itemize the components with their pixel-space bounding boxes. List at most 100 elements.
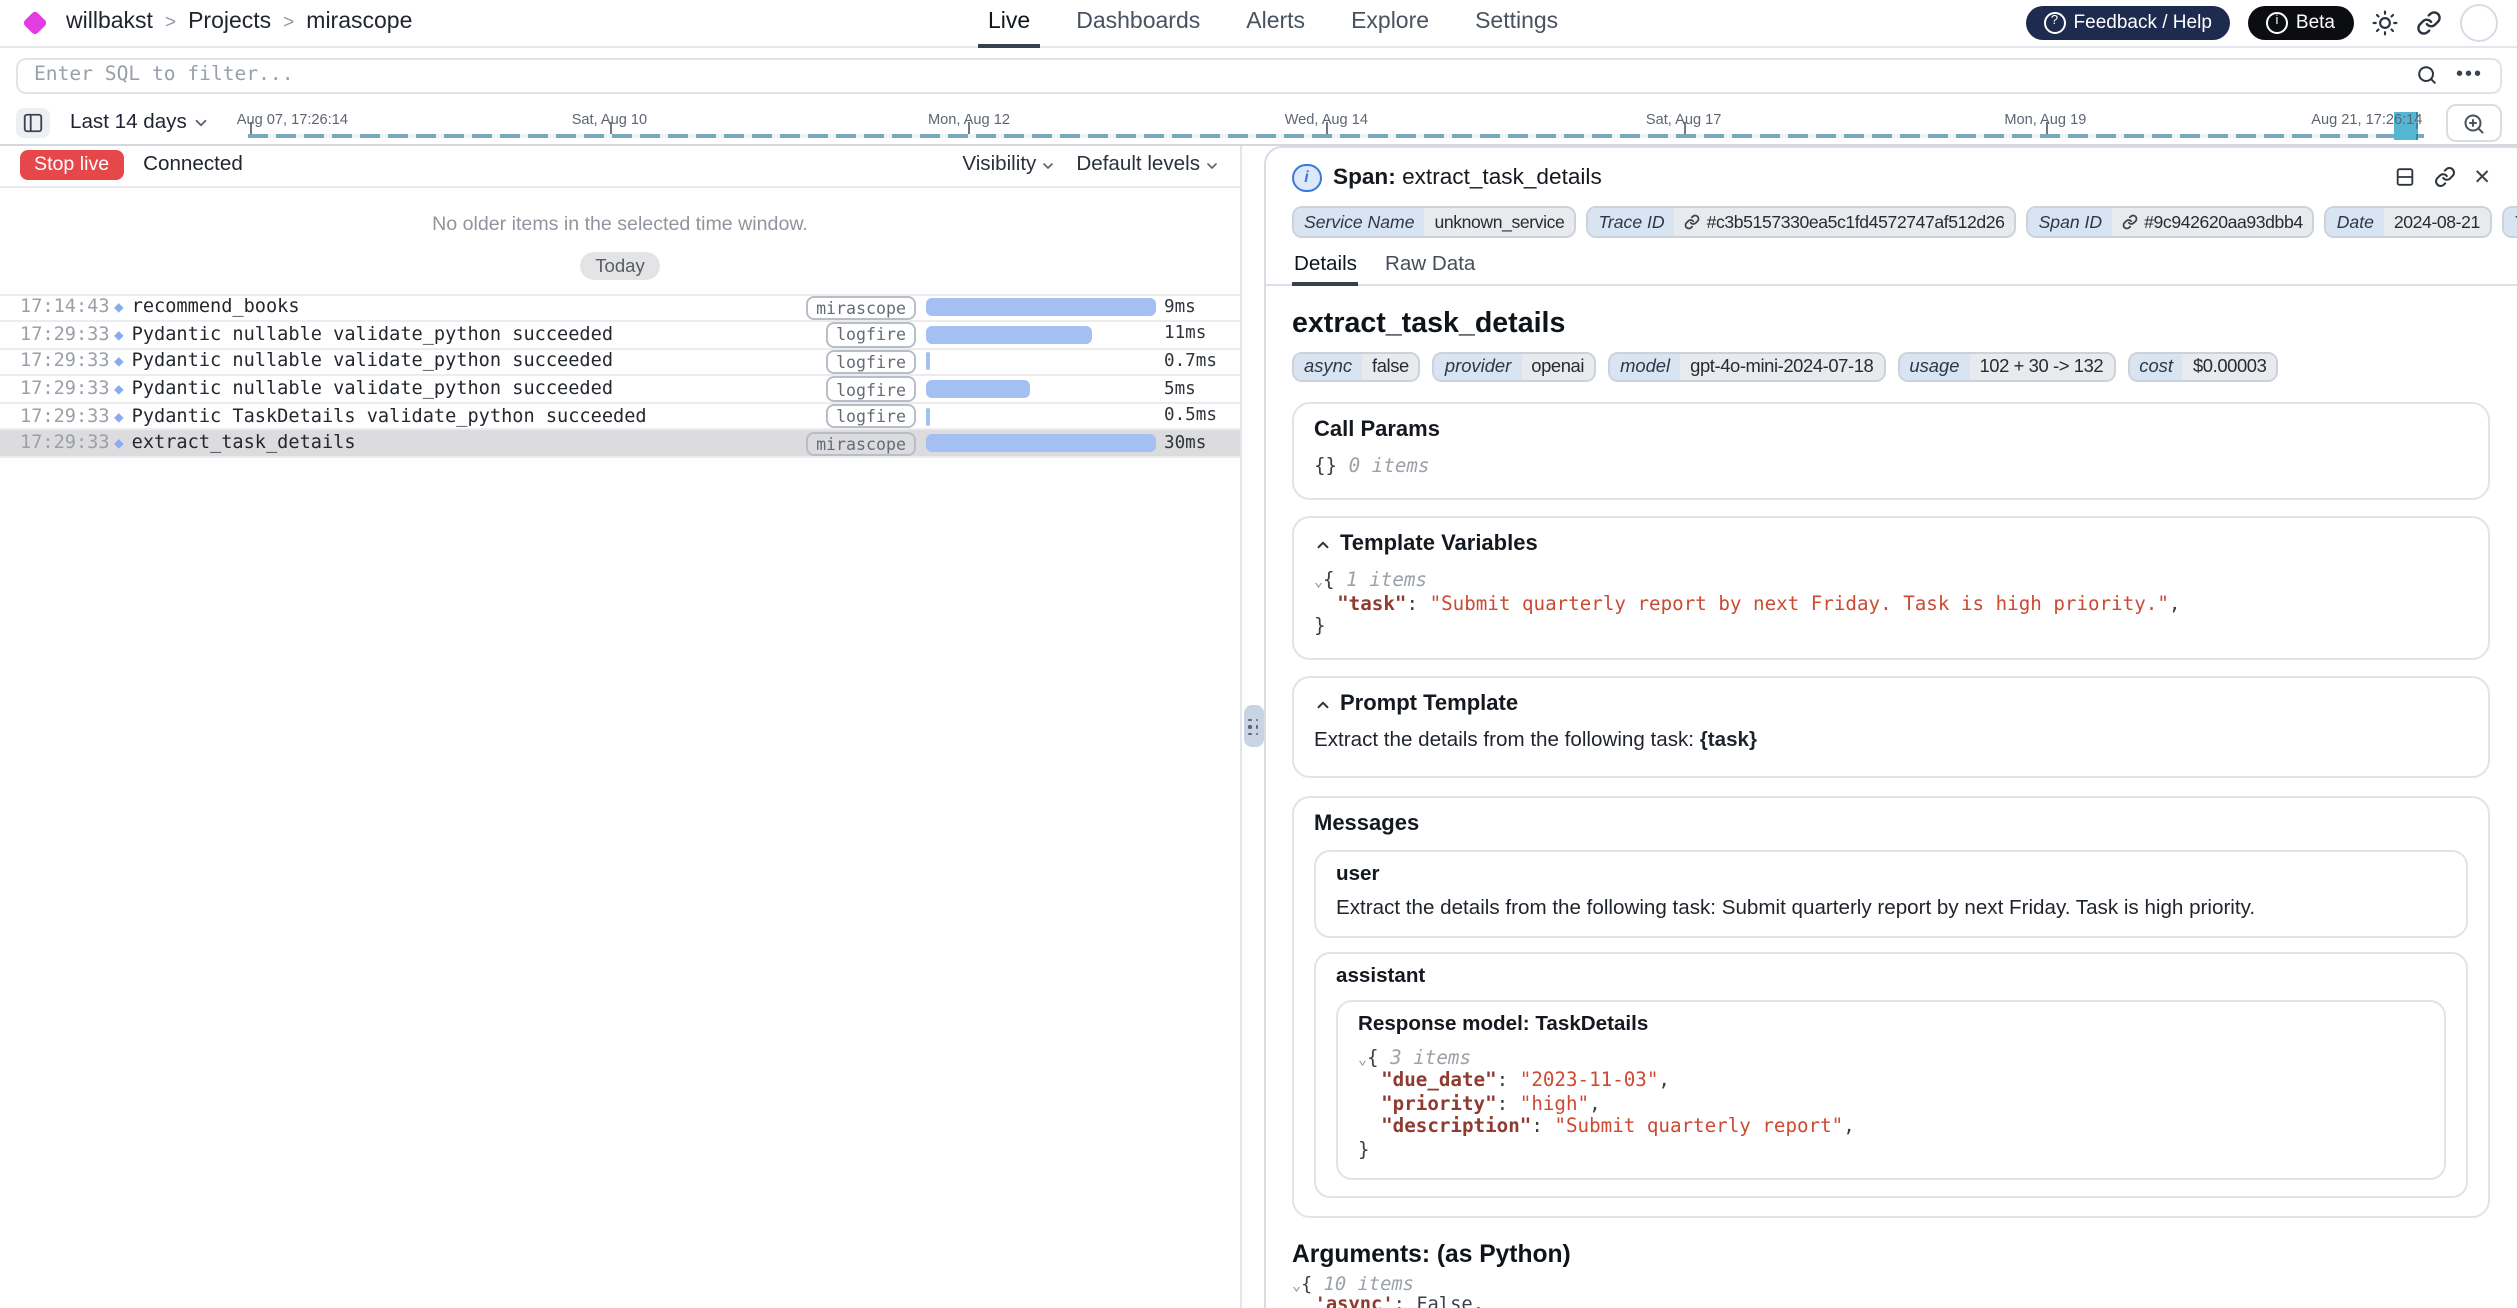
close-icon[interactable]: ✕ [2473,167,2491,188]
badge-label: provider [1435,353,1521,380]
timeline[interactable]: Aug 07, 17:26:14Sat, Aug 10Mon, Aug 12We… [237,103,2429,143]
chevron-down-icon [193,114,211,132]
time-range-select[interactable]: Last 14 days [70,112,211,134]
attr-badge-cost[interactable]: cost$0.00003 [2127,351,2278,382]
badge-value: 2024-08-21 [2384,208,2490,235]
template-variables-json: ⌄{ 1 items "task": "Submit quarterly rep… [1314,570,2467,639]
log-row[interactable]: 17:29:33◆Pydantic nullable validate_pyth… [0,377,1240,404]
duration-bar-track [926,435,1156,453]
link-icon [2122,214,2138,230]
top-navbar: willbakst > Projects > mirascope Live Das… [0,0,2517,47]
feedback-help-button[interactable]: ? Feedback / Help [2026,6,2230,39]
response-model-card: Response model: TaskDetails ⌄{ 3 items "… [1336,999,2445,1180]
info-circle-icon: i [2266,12,2288,34]
span-detail-scroll[interactable]: extract_task_details asyncfalse providero… [1266,285,2517,1308]
sql-filter-input[interactable]: Enter SQL to filter... ••• [16,57,2501,93]
log-tag-badge: logfire [826,404,916,429]
attr-badge-usage[interactable]: usage102 + 30 -> 132 [1897,351,2115,382]
meta-badge-trace-id[interactable]: Trace ID#c3b5157330ea5c1fd4572747af512d2… [1586,206,2016,237]
theme-toggle-icon[interactable] [2371,10,2397,36]
beta-label: Beta [2296,12,2335,34]
log-row[interactable]: 17:14:43◆recommend_booksmirascope9ms [0,295,1240,322]
duration-label: 0.5ms [1164,406,1230,426]
tab-alerts[interactable]: Alerts [1246,0,1305,45]
tab-explore[interactable]: Explore [1351,0,1429,45]
attr-badge-async[interactable]: asyncfalse [1292,351,1421,382]
resize-grip-handle[interactable] [1243,706,1263,748]
badge-value: $0.00003 [2183,353,2276,380]
beta-badge[interactable]: i Beta [2248,6,2353,39]
duration-label: 0.7ms [1164,352,1230,372]
log-tag-badge: logfire [826,322,916,347]
day-divider-badge: Today [579,251,661,279]
span-tab-details[interactable]: Details [1292,254,1359,283]
user-avatar[interactable] [2459,4,2497,42]
copy-link-icon[interactable] [2433,167,2455,189]
breadcrumb-org[interactable]: willbakst [66,11,153,35]
badge-label: Time span [2504,208,2517,235]
default-levels-dropdown[interactable]: Default levels [1076,154,1220,176]
attr-badge-provider[interactable]: provideropenai [1433,351,1596,382]
log-name: recommend_books [132,297,300,319]
meta-badge-time-span[interactable]: Time span17:29:33.917 to 17:29:33.946 [2502,206,2517,237]
log-row[interactable]: 17:29:33◆Pydantic nullable validate_pyth… [0,322,1240,349]
code-line: "description": "Submit quarterly report"… [1358,1116,2423,1139]
info-icon: i [1292,163,1321,192]
badge-label: Span ID [2029,208,2113,235]
attr-badge-model[interactable]: modelgpt-4o-mini-2024-07-18 [1608,351,1885,382]
badge-label: Service Name [1294,208,1425,235]
stop-live-button[interactable]: Stop live [20,151,123,180]
tab-dashboards[interactable]: Dashboards [1076,0,1200,45]
zoom-in-button[interactable] [2445,104,2501,142]
arguments-heading: Arguments: (as Python) [1292,1240,2489,1268]
duration-bar-track [926,299,1156,317]
tab-settings[interactable]: Settings [1475,0,1558,45]
log-row[interactable]: 17:29:33◆Pydantic TaskDetails validate_p… [0,404,1240,431]
breadcrumb-projects[interactable]: Projects [188,11,271,35]
log-timestamp: 17:14:43 [20,297,114,319]
visibility-dropdown[interactable]: Visibility [962,154,1056,176]
arguments-python: ⌄{ 10 items 'async': False, 'model': 'gp… [1292,1276,2489,1308]
log-row[interactable]: 17:29:33◆extract_task_detailsmirascope30… [0,431,1240,458]
meta-badge-date[interactable]: Date2024-08-21 [2325,206,2492,237]
ellipsis-menu-icon[interactable]: ••• [2456,65,2483,85]
prompt-template-text: Extract the details from the following t… [1314,730,2467,752]
span-header-title: Span: extract_task_details [1333,166,1602,190]
badge-label: usage [1899,353,1969,380]
connection-status: Connected [143,154,243,176]
log-row[interactable]: 17:29:33◆Pydantic nullable validate_pyth… [0,349,1240,376]
span-diamond-icon: ◆ [114,326,124,344]
tab-live[interactable]: Live [988,0,1030,45]
code-line: "task": "Submit quarterly report by next… [1314,593,2467,616]
timeline-tick-label: Wed, Aug 14 [1285,110,1368,128]
duration-label: 9ms [1164,298,1230,318]
call-params-card: Call Params {} 0 items [1292,402,2489,499]
duration-bar [926,407,929,425]
code-line: } [1358,1139,2423,1162]
sidebar-toggle-icon[interactable] [16,108,50,138]
breadcrumb-separator: > [165,12,176,34]
breadcrumb-separator: > [283,12,294,34]
chevron-up-icon [1314,695,1332,713]
response-model-title: Response model: TaskDetails [1358,1013,2423,1035]
meta-badge-service-name[interactable]: Service Nameunknown_service [1292,206,1576,237]
template-variables-heading[interactable]: Template Variables [1314,532,2467,556]
panel-layout-icon[interactable] [2393,167,2415,189]
main-panels: Stop live Connected Visibility Default l… [0,145,2517,1308]
span-diamond-icon: ◆ [114,407,124,425]
span-tab-raw-data[interactable]: Raw Data [1383,254,1477,283]
search-icon[interactable] [2416,64,2438,86]
duration-bar [926,435,1156,453]
log-timestamp: 17:29:33 [20,324,114,346]
share-link-icon[interactable] [2415,10,2441,36]
log-tag-badge: logfire [826,377,916,402]
breadcrumb-project-name[interactable]: mirascope [306,11,412,35]
span-title: extract_task_details [1292,307,2489,339]
logo-diamond-icon[interactable] [22,10,47,35]
prompt-template-heading[interactable]: Prompt Template [1314,692,2467,716]
meta-badge-span-id[interactable]: Span ID#9c942620aa93dbb4 [2027,206,2315,237]
duration-bar-track [926,326,1156,344]
empty-window-notice: No older items in the selected time wind… [0,213,1240,235]
log-name: Pydantic TaskDetails validate_python suc… [132,405,647,427]
duration-bar-track [926,407,1156,425]
